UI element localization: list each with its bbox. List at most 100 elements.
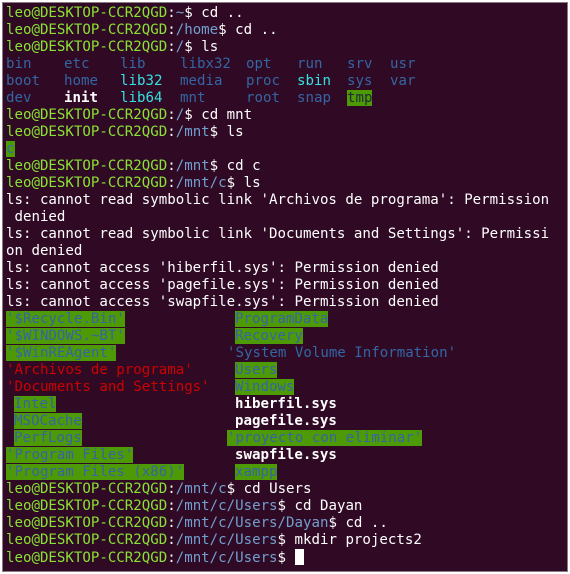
prompt-path: /mnt/c/Users bbox=[175, 550, 278, 566]
command-text: ls bbox=[226, 124, 244, 140]
listing-row: 'Program Files' swapfile.sys bbox=[6, 447, 565, 464]
prompt-path: / bbox=[175, 107, 185, 123]
error-line: on denied bbox=[6, 243, 83, 259]
prompt-user: leo@DESKTOP-CCR2QGD bbox=[6, 107, 168, 123]
command-text: cd .. bbox=[201, 5, 244, 21]
file-entry: pagefile.sys bbox=[235, 413, 337, 429]
dir-entry: lib bbox=[120, 56, 146, 72]
text-cursor bbox=[294, 549, 304, 565]
prompt-user: leo@DESKTOP-CCR2QGD bbox=[6, 175, 168, 191]
dir-entry: '$Recycle.Bin' bbox=[6, 311, 125, 327]
prompt-path: /home bbox=[175, 22, 219, 38]
prompt-line: leo@DESKTOP-CCR2QGD:/mnt/c/Users/Dayan$ … bbox=[6, 515, 388, 531]
prompt-line: leo@DESKTOP-CCR2QGD:/mnt/c$ cd Users bbox=[6, 481, 312, 497]
dir-entry: c bbox=[6, 141, 15, 157]
command-text: cd Dayan bbox=[294, 498, 363, 514]
prompt-line-current[interactable]: leo@DESKTOP-CCR2QGD:/mnt/c/Users$ bbox=[6, 549, 565, 566]
error-line: ls: cannot read symbolic link 'Documents… bbox=[6, 226, 550, 242]
dir-entry: etc bbox=[64, 56, 90, 72]
prompt-path: /mnt/c/Users/Dayan bbox=[175, 515, 329, 531]
listing-row: 'Documents and Settings' Windows bbox=[6, 379, 565, 396]
prompt-line: leo@DESKTOP-CCR2QGD:/mnt$ ls bbox=[6, 124, 244, 140]
command-text: mkdir projects2 bbox=[294, 532, 422, 548]
dir-entry: proc bbox=[246, 73, 280, 89]
command-text: cd Users bbox=[243, 481, 312, 497]
dir-entry: Windows bbox=[235, 379, 295, 395]
dir-entry: sys bbox=[347, 73, 373, 89]
dir-entry: 'Program Files (x86)' bbox=[6, 464, 185, 480]
prompt-user: leo@DESKTOP-CCR2QGD bbox=[6, 498, 168, 514]
listing-row: c bbox=[6, 141, 565, 158]
dir-entry: MSOCache bbox=[14, 413, 82, 429]
sticky-dir-entry: tmp bbox=[347, 90, 373, 106]
prompt-path: /mnt/c bbox=[175, 481, 227, 497]
dir-entry: opt bbox=[246, 56, 272, 72]
symlink-entry: sbin bbox=[297, 73, 331, 89]
dir-entry: Users bbox=[235, 362, 278, 378]
listing-row: PerfLogs 'proyecto con eliminar' bbox=[6, 430, 565, 447]
prompt-user: leo@DESKTOP-CCR2QGD bbox=[6, 22, 168, 38]
dir-entry: Intel bbox=[14, 396, 57, 412]
prompt-user: leo@DESKTOP-CCR2QGD bbox=[6, 5, 168, 21]
prompt-line: leo@DESKTOP-CCR2QGD:/$ cd mnt bbox=[6, 107, 253, 123]
command-text: cd .. bbox=[345, 515, 388, 531]
dir-entry: var bbox=[390, 73, 416, 89]
listing-row: bin etc lib libx32 opt run srv usr bbox=[6, 56, 565, 73]
prompt-path: / bbox=[175, 39, 185, 55]
dir-entry: PerfLogs bbox=[14, 430, 82, 446]
dir-entry: Recovery bbox=[235, 328, 303, 344]
prompt-path: /mnt/c/Users bbox=[175, 498, 278, 514]
dir-entry: root bbox=[246, 90, 280, 106]
dir-entry: snap bbox=[297, 90, 331, 106]
dir-entry: libx32 bbox=[180, 56, 231, 72]
prompt-line: leo@DESKTOP-CCR2QGD:/home$ cd .. bbox=[6, 22, 278, 38]
prompt-user: leo@DESKTOP-CCR2QGD bbox=[6, 481, 168, 497]
listing-row: dev init lib64 mnt root snap tmp bbox=[6, 90, 565, 107]
listing-row: 'Archivos de programa' Users bbox=[6, 362, 565, 379]
dir-entry: '$WINDOWS.~BT' bbox=[6, 328, 125, 344]
error-line: ls: cannot read symbolic link 'Archivos … bbox=[6, 192, 550, 208]
prompt-line: leo@DESKTOP-CCR2QGD:/mnt/c/Users$ cd Day… bbox=[6, 498, 363, 514]
dir-entry: ProgramData bbox=[235, 311, 329, 327]
prompt-line: leo@DESKTOP-CCR2QGD:/mnt/c/Users$ mkdir … bbox=[6, 532, 422, 548]
dir-entry: usr bbox=[390, 56, 416, 72]
prompt-path: /mnt bbox=[175, 124, 210, 140]
error-line: ls: cannot access 'swapfile.sys': Permis… bbox=[6, 294, 439, 310]
broken-link-entry: 'Archivos de programa' bbox=[6, 362, 193, 378]
prompt-user: leo@DESKTOP-CCR2QGD bbox=[6, 550, 168, 566]
command-text: cd c bbox=[226, 158, 261, 174]
prompt-line: leo@DESKTOP-CCR2QGD:/mnt/c$ ls bbox=[6, 175, 261, 191]
prompt-path: /mnt bbox=[175, 158, 210, 174]
dir-entry: dev bbox=[6, 90, 32, 106]
dir-entry: home bbox=[64, 73, 98, 89]
error-line: denied bbox=[6, 209, 66, 225]
prompt-user: leo@DESKTOP-CCR2QGD bbox=[6, 124, 168, 140]
dir-entry: boot bbox=[6, 73, 40, 89]
dir-entry: '$WinREAgent' bbox=[6, 345, 117, 361]
dir-entry: bin bbox=[6, 56, 32, 72]
prompt-user: leo@DESKTOP-CCR2QGD bbox=[6, 158, 168, 174]
dir-entry: 'System Volume Information' bbox=[227, 345, 457, 361]
terminal-window[interactable]: leo@DESKTOP-CCR2QGD:~$ cd .. leo@DESKTOP… bbox=[2, 2, 568, 572]
symlink-entry: lib32 bbox=[120, 73, 163, 89]
listing-row: '$WinREAgent' 'System Volume Information' bbox=[6, 345, 565, 362]
error-line: ls: cannot access 'hiberfil.sys': Permis… bbox=[6, 260, 439, 276]
dir-entry: srv bbox=[347, 56, 373, 72]
dir-entry: media bbox=[180, 73, 223, 89]
prompt-user: leo@DESKTOP-CCR2QGD bbox=[6, 39, 168, 55]
symlink-entry: lib64 bbox=[120, 90, 163, 106]
prompt-line: leo@DESKTOP-CCR2QGD:/mnt$ cd c bbox=[6, 158, 261, 174]
prompt-user: leo@DESKTOP-CCR2QGD bbox=[6, 515, 168, 531]
terminal-output: leo@DESKTOP-CCR2QGD:~$ cd .. leo@DESKTOP… bbox=[6, 5, 565, 566]
dir-entry: 'Program Files' bbox=[6, 447, 134, 463]
prompt-line: leo@DESKTOP-CCR2QGD:~$ cd .. bbox=[6, 5, 244, 21]
command-text: cd mnt bbox=[201, 107, 253, 123]
prompt-user: leo@DESKTOP-CCR2QGD bbox=[6, 532, 168, 548]
command-text: ls bbox=[201, 39, 219, 55]
prompt-path: ~ bbox=[175, 5, 185, 21]
listing-row: 'Program Files (x86)' xampp bbox=[6, 464, 565, 481]
prompt-line: leo@DESKTOP-CCR2QGD:/$ ls bbox=[6, 39, 219, 55]
listing-row: '$WINDOWS.~BT' Recovery bbox=[6, 328, 565, 345]
broken-link-entry: 'Documents and Settings' bbox=[6, 379, 210, 395]
dir-entry: 'proyecto con eliminar' bbox=[227, 430, 423, 446]
